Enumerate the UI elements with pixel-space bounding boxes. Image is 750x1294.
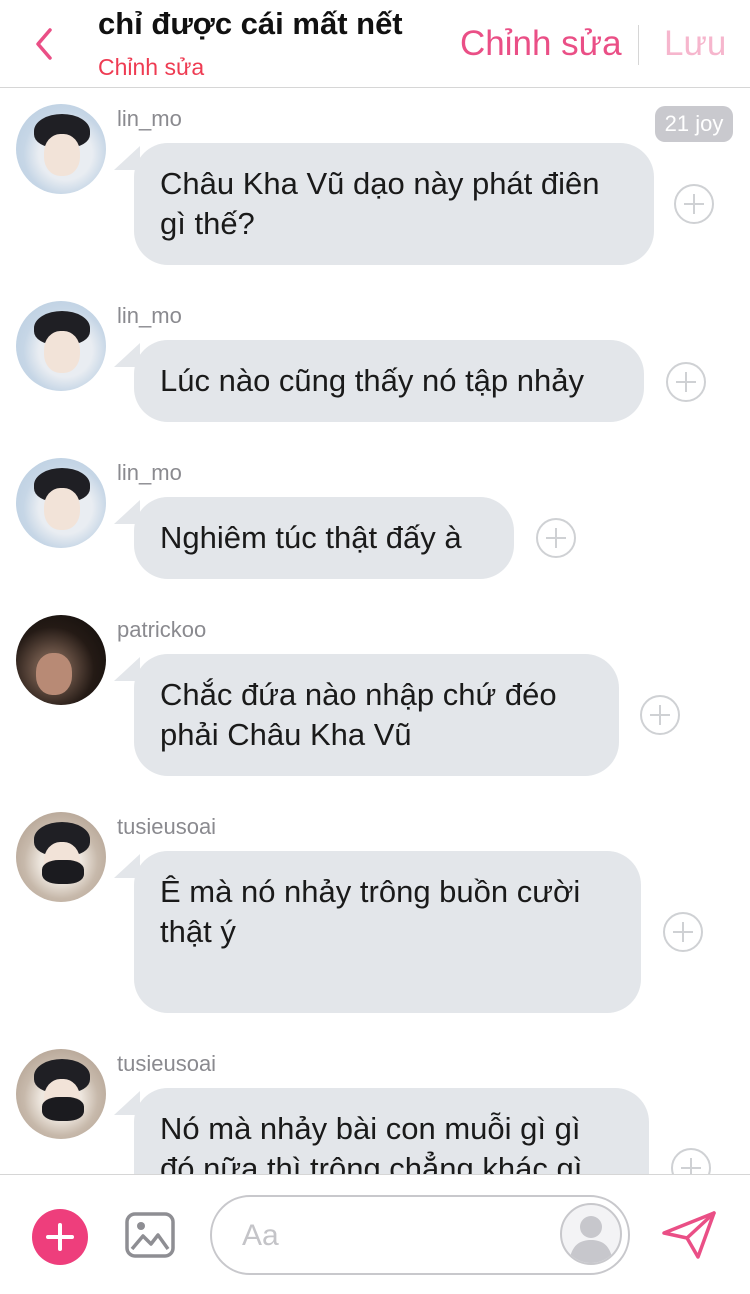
username: tusieusoai [117, 814, 217, 839]
plus-circle-icon[interactable] [640, 695, 680, 735]
plus-circle-icon[interactable] [663, 912, 703, 952]
message-bubble[interactable]: Lúc nào cũng thấy nó tập nhảy [134, 340, 644, 422]
plus-circle-icon[interactable] [666, 362, 706, 402]
username: tusieusoai [117, 1051, 217, 1076]
avatar[interactable] [16, 301, 106, 391]
chat-title: chỉ được cái mất nết [98, 6, 403, 41]
save-button[interactable]: Lưu [664, 24, 726, 64]
avatar-mask [42, 860, 84, 884]
chevron-left-icon [36, 28, 52, 60]
paper-plane-icon [662, 1211, 716, 1259]
plus-circle-icon[interactable] [536, 518, 576, 558]
avatar-face [44, 134, 80, 176]
avatar-face [36, 653, 72, 695]
avatar-face [44, 331, 80, 373]
person-icon [569, 1216, 613, 1263]
send-button[interactable] [660, 1209, 718, 1261]
avatar[interactable] [16, 1049, 106, 1139]
message-list[interactable]: lin_mo 21 joy Châu Kha Vũ dạo này phát đ… [0, 88, 750, 1174]
chat-header: chỉ được cái mất nết Chỉnh sửa Chỉnh sửa… [0, 0, 750, 88]
plus-circle-icon[interactable] [674, 184, 714, 224]
message-input[interactable] [240, 1215, 544, 1257]
username: patrickoo [117, 617, 207, 642]
header-divider [638, 25, 639, 65]
username: lin_mo [117, 303, 182, 328]
message-bubble[interactable]: Ê mà nó nhảy trông buồn cười thật ý [134, 851, 641, 1013]
avatar[interactable] [16, 615, 106, 705]
message-bubble[interactable]: Nghiêm túc thật đấy à [134, 497, 514, 579]
avatar-mask [42, 1097, 84, 1121]
username: lin_mo [117, 460, 182, 485]
joy-badge[interactable]: 21 joy [655, 106, 733, 142]
message-bubble[interactable]: Chắc đứa nào nhập chứ đéo phải Châu Kha … [134, 654, 619, 776]
message-bubble[interactable]: Nó mà nhảy bài con muỗi gì gì đó nữa thì… [134, 1088, 649, 1174]
composer-bar [0, 1174, 750, 1294]
image-button[interactable] [124, 1209, 176, 1261]
avatar[interactable] [16, 104, 106, 194]
message-input-wrapper [210, 1195, 630, 1275]
add-button[interactable] [32, 1209, 88, 1265]
avatar-face [44, 488, 80, 530]
avatar[interactable] [16, 812, 106, 902]
plus-circle-icon[interactable] [671, 1148, 711, 1174]
username: lin_mo [117, 106, 182, 131]
avatar[interactable] [16, 458, 106, 548]
chat-subtitle: Chỉnh sửa [98, 54, 205, 80]
message-bubble[interactable]: Châu Kha Vũ dạo này phát điên gì thế? [134, 143, 654, 265]
image-icon [125, 1212, 175, 1258]
persona-button[interactable] [560, 1203, 622, 1265]
edit-button[interactable]: Chỉnh sửa [460, 24, 622, 64]
back-button[interactable] [28, 24, 60, 64]
